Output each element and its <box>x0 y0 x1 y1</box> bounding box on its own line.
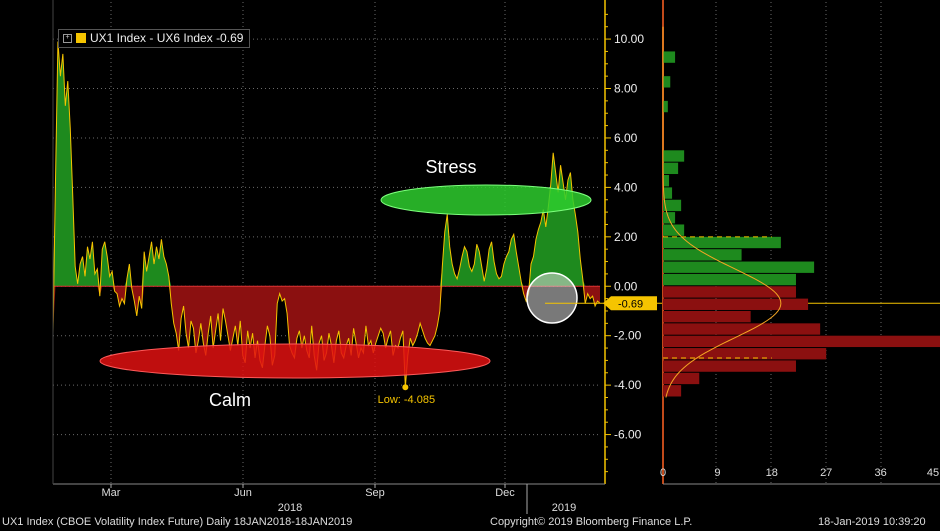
stress-label: Stress <box>425 157 476 177</box>
hist-bar-negative <box>663 323 821 335</box>
hist-bar-positive <box>663 273 796 286</box>
legend-swatch <box>76 33 86 43</box>
histogram-panel: 0 9 18 27 36 45 <box>660 0 940 485</box>
stress-ellipse <box>380 184 592 216</box>
hist-bar-positive <box>663 76 671 88</box>
last-value-circle <box>526 272 578 324</box>
y-tick-label: 8.00 <box>614 82 638 96</box>
hist-bar-negative <box>663 385 682 397</box>
chart-canvas: Stress Calm Low: -4.085 10.00 8.00 6.00 4.00 2… <box>52 0 940 514</box>
hist-bar-negative <box>663 298 809 310</box>
hist-x-tick-label: 36 <box>874 467 886 479</box>
positive-area <box>53 41 600 287</box>
hist-bar-positive <box>663 162 679 175</box>
hist-x-tick-label: 9 <box>714 467 720 479</box>
hist-bar-negative <box>663 372 700 385</box>
y-tick-label: -6.00 <box>614 428 642 442</box>
expand-icon[interactable]: + <box>63 33 72 43</box>
footer-security: UX1 Index (CBOE Volatility Index Future)… <box>2 516 353 528</box>
y-tick-label: 2.00 <box>614 230 638 244</box>
hist-bar-positive <box>663 249 742 261</box>
x-year-label: 2018 <box>278 502 302 514</box>
hist-bar-negative <box>663 335 940 348</box>
y-tick-label: 10.00 <box>614 32 644 46</box>
x-tick-label: Jun <box>234 487 252 499</box>
hist-x-tick-label: 18 <box>766 467 778 479</box>
x-tick-label: Dec <box>495 487 515 499</box>
hist-bar-negative <box>663 310 751 323</box>
hist-x-tick-label: 27 <box>820 467 832 479</box>
y-tick-label: 6.00 <box>614 131 638 145</box>
calm-label: Calm <box>209 390 251 410</box>
y-tick-label: -2.00 <box>614 329 642 343</box>
hist-bar-positive <box>663 51 676 63</box>
footer-timestamp: 18-Jan-2019 10:39:20 <box>818 516 926 528</box>
hist-bar-positive <box>663 236 781 249</box>
hist-x-tick-label: 0 <box>660 467 666 479</box>
hist-bar-positive <box>663 150 685 162</box>
low-point <box>402 384 409 391</box>
last-value-tag-label: -0.69 <box>618 298 643 310</box>
x-tick-label: Mar <box>102 487 121 499</box>
calm-ellipse <box>99 343 491 379</box>
hist-bar-negative <box>663 360 796 372</box>
x-year-label: 2019 <box>552 502 576 514</box>
y-tick-label: 4.00 <box>614 180 638 194</box>
y-tick-label: -4.00 <box>614 378 642 392</box>
footer-copyright: Copyright© 2019 Bloomberg Finance L.P. <box>490 516 693 528</box>
hist-bar-negative <box>663 286 796 298</box>
low-label: Low: -4.085 <box>378 394 435 406</box>
y-tick-label: 0.00 <box>614 279 638 293</box>
hist-x-tick-label: 45 <box>927 467 939 479</box>
hist-bar-positive <box>663 100 668 113</box>
legend[interactable]: + UX1 Index - UX6 Index -0.69 <box>58 29 251 48</box>
hist-bar-positive <box>663 224 685 236</box>
hist-bar-positive <box>663 175 670 187</box>
legend-label: UX1 Index - UX6 Index -0.69 <box>90 31 244 45</box>
x-tick-label: Sep <box>365 487 385 499</box>
